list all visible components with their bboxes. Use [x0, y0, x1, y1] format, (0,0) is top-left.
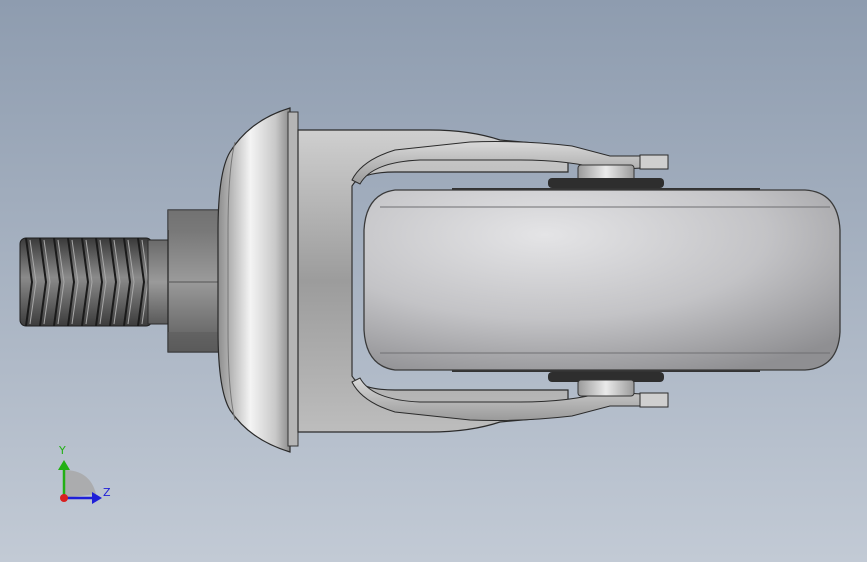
- z-axis-arrowhead: [92, 492, 102, 504]
- x-axis-dot: [60, 494, 68, 502]
- threaded-stem[interactable]: [19, 237, 171, 327]
- mounting-cap[interactable]: [217, 107, 299, 453]
- z-axis-label: Z: [103, 486, 111, 499]
- view-triad[interactable]: [58, 460, 102, 504]
- caster-wheel-model[interactable]: [0, 0, 867, 562]
- y-axis-arrowhead: [58, 460, 70, 470]
- y-axis-label: Y: [59, 444, 66, 457]
- cad-viewport[interactable]: Y Z: [0, 0, 867, 562]
- hex-nut[interactable]: [167, 209, 221, 353]
- wheel[interactable]: [363, 188, 841, 372]
- triad-plane-shading: [64, 470, 96, 498]
